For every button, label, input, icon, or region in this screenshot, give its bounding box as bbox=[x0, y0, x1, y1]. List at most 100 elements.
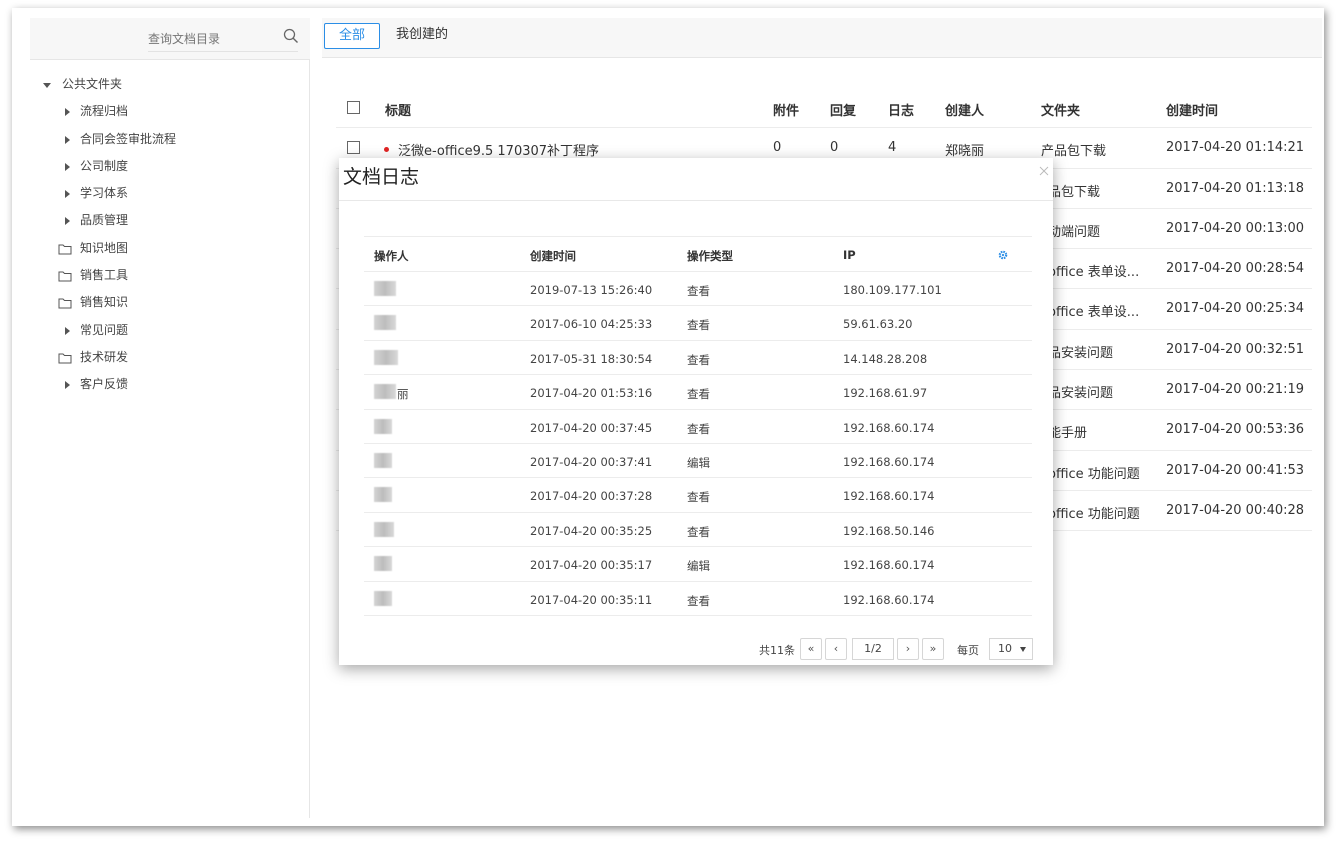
prev-page-button[interactable]: ‹ bbox=[825, 638, 847, 660]
folder-name[interactable]: 能手册 bbox=[1048, 422, 1087, 441]
ip-address: 14.148.28.208 bbox=[843, 351, 928, 366]
row-checkbox[interactable] bbox=[347, 141, 360, 155]
log-created-time: 2017-04-20 00:37:28 bbox=[530, 489, 653, 504]
tree-item[interactable]: 品质管理 bbox=[30, 207, 310, 234]
tab-all[interactable]: 全部 bbox=[324, 23, 381, 49]
folder-name[interactable]: office 表单设... bbox=[1048, 301, 1139, 320]
last-page-button[interactable]: » bbox=[922, 638, 944, 660]
created-time: 2017-04-20 00:25:34 bbox=[1166, 301, 1305, 317]
log-created-time: 2017-04-20 00:37:41 bbox=[530, 454, 653, 469]
op-type: 查看 bbox=[687, 284, 710, 298]
folder-name[interactable]: office 表单设... bbox=[1048, 261, 1139, 280]
folder-name[interactable]: 品包下载 bbox=[1048, 181, 1100, 200]
log-created-time: 2017-04-20 00:35:17 bbox=[530, 558, 653, 573]
log-row: 2017-04-20 00:35:25 查看 192.168.50.146 bbox=[364, 513, 1032, 548]
caret-right-icon[interactable] bbox=[62, 162, 72, 172]
col-operator: 操作人 bbox=[374, 249, 409, 263]
caret-down-icon[interactable] bbox=[42, 80, 52, 90]
ip-address: 192.168.60.174 bbox=[843, 454, 935, 469]
col-creator[interactable]: 创建人 bbox=[945, 100, 984, 119]
folder-name[interactable]: 动端问题 bbox=[1048, 221, 1100, 240]
log-created-time: 2017-04-20 00:35:11 bbox=[530, 592, 653, 607]
redacted-avatar bbox=[374, 281, 396, 296]
redacted-avatar bbox=[374, 556, 392, 572]
folder-icon bbox=[58, 298, 72, 309]
next-page-button[interactable]: › bbox=[897, 638, 919, 660]
caret-right-icon[interactable] bbox=[62, 135, 72, 145]
ip-address: 192.168.60.174 bbox=[843, 558, 935, 573]
close-icon[interactable] bbox=[1039, 166, 1049, 176]
op-type: 查看 bbox=[687, 352, 710, 367]
search-icon[interactable] bbox=[283, 28, 299, 44]
op-type: 查看 bbox=[687, 490, 710, 505]
col-reply[interactable]: 回复 bbox=[830, 100, 856, 119]
tree-item[interactable]: 流程归档 bbox=[30, 98, 310, 125]
tree-item[interactable]: 公司制度 bbox=[30, 153, 310, 180]
tree-item[interactable]: 知识地图 bbox=[30, 235, 310, 262]
folder-icon bbox=[58, 271, 72, 282]
tree-item-label: 流程归档 bbox=[80, 104, 129, 119]
op-type: 查看 bbox=[687, 421, 710, 436]
op-type: 查看 bbox=[687, 387, 710, 402]
search-box bbox=[30, 18, 310, 60]
op-type: 查看 bbox=[687, 318, 710, 333]
search-input[interactable] bbox=[148, 26, 298, 52]
ip-address: 192.168.61.97 bbox=[843, 386, 928, 401]
col-log[interactable]: 日志 bbox=[888, 100, 914, 119]
caret-right-icon[interactable] bbox=[62, 380, 72, 390]
caret-right-icon[interactable] bbox=[62, 326, 72, 336]
log-row: 丽 2017-04-20 01:53:16 查看 192.168.61.97 bbox=[364, 375, 1032, 410]
doc-title-link[interactable]: 泛微e-office9.5 170307补丁程序 bbox=[398, 140, 599, 159]
app-window: 公共文件夹流程归档合同会签审批流程公司制度学习体系品质管理知识地图销售工具销售知… bbox=[12, 8, 1324, 826]
redacted-avatar bbox=[374, 590, 392, 606]
tree-item[interactable]: 公共文件夹 bbox=[30, 71, 310, 98]
created-time: 2017-04-20 00:53:36 bbox=[1166, 422, 1305, 438]
redacted-avatar bbox=[374, 384, 396, 400]
total-count: 共11条 bbox=[759, 644, 795, 657]
tab-mine[interactable]: 我创建的 bbox=[382, 23, 462, 49]
redacted-avatar bbox=[374, 452, 392, 468]
col-folder[interactable]: 文件夹 bbox=[1041, 100, 1080, 119]
caret-right-icon[interactable] bbox=[62, 189, 72, 199]
ip-address: 192.168.60.174 bbox=[843, 489, 935, 504]
created-time: 2017-04-20 00:28:54 bbox=[1166, 261, 1305, 277]
caret-right-icon[interactable] bbox=[62, 216, 72, 226]
log-created-time: 2017-05-31 18:30:54 bbox=[530, 351, 653, 366]
op-type: 编辑 bbox=[687, 559, 710, 574]
redacted-avatar bbox=[374, 315, 396, 331]
first-page-button[interactable]: « bbox=[800, 638, 822, 660]
attach-count: 0 bbox=[773, 140, 782, 156]
folder-name[interactable]: 品安装问题 bbox=[1048, 382, 1113, 401]
tree-item[interactable]: 技术研发 bbox=[30, 344, 310, 371]
tree-item[interactable]: 常见问题 bbox=[30, 317, 310, 344]
ip-address: 192.168.50.146 bbox=[843, 523, 935, 538]
log-row: 2017-06-10 04:25:33 查看 59.61.63.20 bbox=[364, 306, 1032, 341]
caret-right-icon[interactable] bbox=[62, 107, 72, 117]
dialog-title: 文档日志 bbox=[343, 166, 420, 188]
folder-name[interactable]: office 功能问题 bbox=[1048, 503, 1140, 522]
per-page-select[interactable]: 10 bbox=[989, 638, 1033, 660]
per-page-label: 每页 bbox=[957, 644, 979, 657]
tree-item[interactable]: 客户反馈 bbox=[30, 371, 310, 398]
tree-item[interactable]: 销售工具 bbox=[30, 262, 310, 289]
tree-item[interactable]: 销售知识 bbox=[30, 289, 310, 316]
ip-address: 180.109.177.101 bbox=[843, 283, 942, 297]
col-created[interactable]: 创建时间 bbox=[1166, 100, 1218, 119]
folder-name[interactable]: office 功能问题 bbox=[1048, 463, 1140, 482]
creator-name: 郑晓丽 bbox=[945, 144, 985, 160]
tree-item[interactable]: 合同会签审批流程 bbox=[30, 126, 310, 153]
col-attach[interactable]: 附件 bbox=[773, 100, 799, 119]
folder-name[interactable]: 产品包下载 bbox=[1041, 140, 1106, 159]
ip-address: 192.168.60.174 bbox=[843, 592, 935, 607]
log-count[interactable]: 4 bbox=[888, 140, 896, 155]
gear-icon[interactable] bbox=[998, 250, 1008, 260]
tab-bar: 全部 我创建的 bbox=[322, 18, 1322, 58]
select-all-checkbox[interactable] bbox=[347, 101, 360, 114]
col-title[interactable]: 标题 bbox=[385, 100, 411, 119]
folder-name[interactable]: 品安装问题 bbox=[1048, 342, 1113, 361]
document-log-dialog: 文档日志 操作人 创建时间 操作类型 IP 2019-07-13 15:26:4… bbox=[339, 158, 1053, 665]
created-time: 2017-04-20 00:32:51 bbox=[1166, 341, 1305, 357]
page-input[interactable]: 1/2 bbox=[852, 638, 894, 660]
log-row: 2017-04-20 00:35:17 编辑 192.168.60.174 bbox=[364, 547, 1032, 582]
tree-item[interactable]: 学习体系 bbox=[30, 180, 310, 207]
